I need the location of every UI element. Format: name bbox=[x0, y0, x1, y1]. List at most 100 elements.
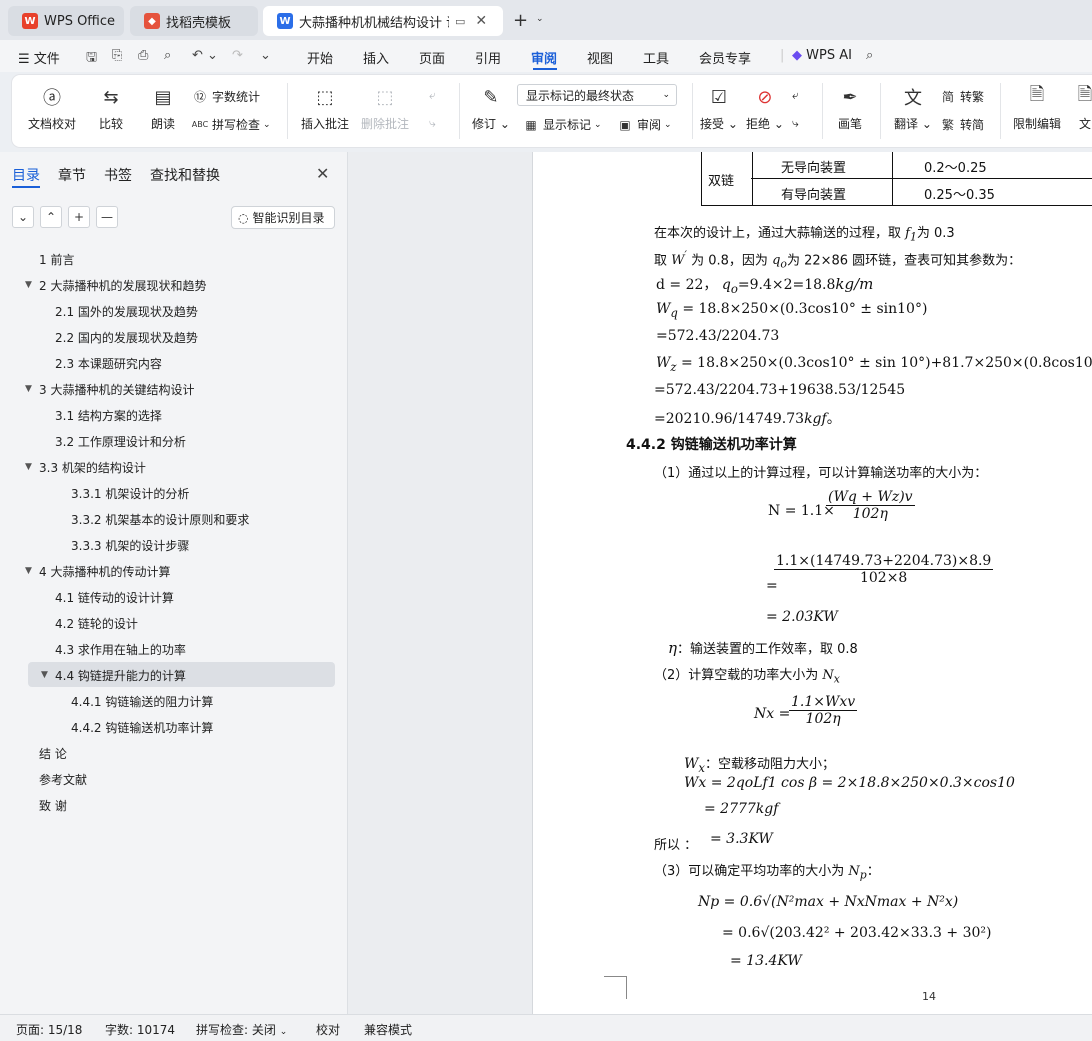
toc-item-label: 3.3.3 机架的设计步骤 bbox=[71, 538, 190, 553]
remove-heading-button[interactable]: — bbox=[96, 206, 118, 228]
toc-item[interactable]: ▼ 3.3 机架的结构设计 bbox=[25, 456, 146, 478]
toc-item[interactable]: 4.4.1 钩链输送的阻力计算 bbox=[71, 690, 213, 712]
nav-tab-find-replace[interactable]: 查找和替换 bbox=[150, 165, 220, 185]
toc-item[interactable]: 2.2 国内的发展现状及趋势 bbox=[55, 326, 198, 348]
insert-comment-button[interactable]: ⬚ 插入批注 bbox=[301, 85, 349, 132]
menu-references[interactable]: 引用 bbox=[475, 48, 501, 67]
menu-home[interactable]: 开始 bbox=[307, 48, 333, 67]
print-icon[interactable]: ⎙ bbox=[138, 48, 148, 63]
doc-paragraph: 所以 ： bbox=[654, 838, 698, 853]
tab-document[interactable]: W 大蒜播种机机械结构设计 说明 ▭ ✕ bbox=[263, 6, 503, 36]
nav-tab-sections[interactable]: 章节 bbox=[58, 165, 86, 185]
redo-icon[interactable]: ↷ bbox=[232, 48, 243, 63]
toc-item[interactable]: ▼ 2 大蒜播种机的发展现状和趋势 bbox=[25, 274, 206, 296]
nav-tab-bookmarks[interactable]: 书签 bbox=[104, 165, 132, 185]
toc-item[interactable]: 3.3.2 机架基本的设计原则和要求 bbox=[71, 508, 249, 530]
pen-button[interactable]: ✒ 画笔 bbox=[838, 85, 862, 132]
toc-item[interactable]: 4.4.2 钩链输送机功率计算 bbox=[71, 716, 213, 738]
equation-n2-fraction: 1.1×(14749.73+2204.73)×8.9 102×8 bbox=[774, 553, 994, 586]
toc-item[interactable]: ▼ 4.4 钩链提升能力的计算 bbox=[41, 664, 186, 686]
expand-arrow-icon[interactable]: ▼ bbox=[41, 670, 48, 680]
toc-item[interactable]: ▼ 4 大蒜播种机的传动计算 bbox=[25, 560, 170, 582]
page-indicator[interactable]: 页面: 15/18 bbox=[16, 1021, 82, 1038]
display-state-select[interactable]: 显示标记的最终状态 ⌄ bbox=[517, 84, 677, 106]
tab-wps-office[interactable]: W WPS Office bbox=[8, 6, 124, 36]
parameter-table: 双链 无导向装置 0.2～0.25 有导向装置 0.25～0.35 bbox=[701, 152, 1092, 206]
restrict-edit-button[interactable]: 🗎 限制编辑 bbox=[1013, 84, 1061, 132]
toc-item[interactable]: 4.1 链传动的设计计算 bbox=[55, 586, 174, 608]
next-comment-icon[interactable]: ⤷ bbox=[429, 116, 436, 131]
menu-file[interactable]: ☰ 文件 bbox=[18, 48, 60, 67]
spell-check-button[interactable]: ABC 拼写检查 ⌄ bbox=[192, 116, 271, 133]
expand-arrow-icon[interactable]: ▼ bbox=[25, 462, 32, 472]
nav-tab-toc[interactable]: 目录 bbox=[12, 165, 40, 185]
prev-comment-icon[interactable]: ⤶ bbox=[429, 88, 436, 103]
window-icon[interactable]: ▭ bbox=[455, 15, 465, 28]
toc-item[interactable]: ▼ 3 大蒜播种机的关键结构设计 bbox=[25, 378, 194, 400]
tab-templates[interactable]: ◆ 找稻壳模板 bbox=[130, 6, 258, 36]
accept-button[interactable]: ☑ 接受 ⌄ bbox=[700, 85, 738, 132]
toc-item[interactable]: 参考文献 bbox=[39, 768, 87, 790]
toc-item-label: 3.2 工作原理设计和分析 bbox=[55, 434, 186, 449]
wps-ai-button[interactable]: ◆ WPS AI bbox=[792, 48, 852, 63]
toc-item[interactable]: 致 谢 bbox=[39, 794, 67, 816]
toc-item[interactable]: 3.2 工作原理设计和分析 bbox=[55, 430, 186, 452]
expand-arrow-icon[interactable]: ▼ bbox=[25, 384, 32, 394]
doc-permission-button[interactable]: 🗎 文 bbox=[1073, 84, 1092, 132]
track-changes-button[interactable]: ✎ 修订 ⌄ bbox=[472, 85, 510, 132]
menu-insert[interactable]: 插入 bbox=[363, 48, 389, 67]
toc-item[interactable]: 3.1 结构方案的选择 bbox=[55, 404, 162, 426]
smart-toc-button[interactable]: ◌ 智能识别目录 bbox=[231, 206, 335, 229]
show-markup-button[interactable]: ▦ 显示标记 ⌄ bbox=[523, 116, 601, 133]
menu-view[interactable]: 视图 bbox=[587, 48, 613, 67]
menu-page[interactable]: 页面 bbox=[419, 48, 445, 67]
doc-check-button[interactable]: ⓐ 文档校对 bbox=[28, 85, 76, 132]
toc-item[interactable]: 4.2 链轮的设计 bbox=[55, 612, 138, 634]
new-tab-icon[interactable]: + bbox=[513, 10, 528, 31]
read-aloud-button[interactable]: ▤ 朗读 bbox=[151, 85, 175, 132]
export-icon[interactable]: ⎘ bbox=[112, 48, 122, 63]
add-heading-button[interactable]: + bbox=[68, 206, 90, 228]
tab-label: 找稻壳模板 bbox=[166, 15, 232, 31]
menu-tools[interactable]: 工具 bbox=[643, 48, 669, 67]
toc-item[interactable]: 3.3.3 机架的设计步骤 bbox=[71, 534, 189, 556]
chevron-down-icon[interactable]: ⌄ bbox=[536, 14, 544, 24]
word-count-indicator[interactable]: 字数: 10174 bbox=[105, 1021, 175, 1038]
delete-comment-label: 删除批注 bbox=[361, 117, 410, 131]
save-icon[interactable]: 🖫 bbox=[86, 48, 97, 70]
toc-item[interactable]: 结 论 bbox=[39, 742, 67, 764]
next-change-icon[interactable]: ⤷ bbox=[792, 116, 799, 131]
doc-paragraph: Wx：空载移动阻力大小； bbox=[684, 756, 835, 775]
expand-arrow-icon[interactable]: ▼ bbox=[25, 280, 32, 290]
table-cell-group: 双链 bbox=[701, 152, 753, 206]
prev-change-icon[interactable]: ⤶ bbox=[792, 88, 799, 103]
spell-check-indicator[interactable]: 拼写检查: 关闭 ⌄ bbox=[196, 1021, 287, 1038]
expand-arrow-icon[interactable]: ▼ bbox=[25, 566, 32, 576]
undo-icon[interactable]: ↶ ⌄ bbox=[192, 48, 218, 63]
close-tab-icon[interactable]: ✕ bbox=[475, 13, 487, 29]
menu-member[interactable]: 会员专享 bbox=[699, 48, 751, 67]
toc-item[interactable]: 2.1 国外的发展现状及趋势 bbox=[55, 300, 198, 322]
toc-item[interactable]: 1 前言 bbox=[39, 248, 74, 270]
close-panel-icon[interactable]: ✕ bbox=[316, 164, 329, 183]
compare-button[interactable]: ⇆ 比较 bbox=[99, 85, 123, 132]
expand-up-button[interactable]: ⌃ bbox=[40, 206, 62, 228]
search-icon[interactable]: ⌕ bbox=[866, 48, 873, 63]
to-traditional-button[interactable]: 简转繁 bbox=[940, 88, 984, 105]
toc-item[interactable]: 4.3 求作用在轴上的功率 bbox=[55, 638, 186, 660]
toc-item[interactable]: 2.3 本课题研究内容 bbox=[55, 352, 162, 374]
review-pane-button[interactable]: ▣ 审阅 ⌄ bbox=[617, 116, 671, 133]
print-preview-icon[interactable]: ⌕ bbox=[164, 48, 171, 63]
word-count-button[interactable]: ⑫ 字数统计 bbox=[192, 88, 260, 105]
collapse-all-button[interactable]: ⌄ bbox=[12, 206, 34, 228]
menu-review[interactable]: 审阅 bbox=[531, 48, 557, 67]
reject-label: 拒绝 ⌄ bbox=[746, 117, 784, 131]
proofread-indicator[interactable]: 校对 bbox=[316, 1021, 340, 1038]
translate-button[interactable]: 文 翻译 ⌄ bbox=[894, 85, 932, 132]
more-chevron-icon[interactable]: ⌄ bbox=[260, 48, 271, 63]
reject-button[interactable]: ⊘ 拒绝 ⌄ bbox=[746, 85, 784, 132]
docer-icon: ◆ bbox=[144, 13, 160, 29]
to-simplified-button[interactable]: 繁转简 bbox=[940, 116, 984, 133]
toc-item[interactable]: 3.3.1 机架设计的分析 bbox=[71, 482, 189, 504]
delete-comment-button[interactable]: ⬚ 删除批注 bbox=[361, 85, 409, 132]
